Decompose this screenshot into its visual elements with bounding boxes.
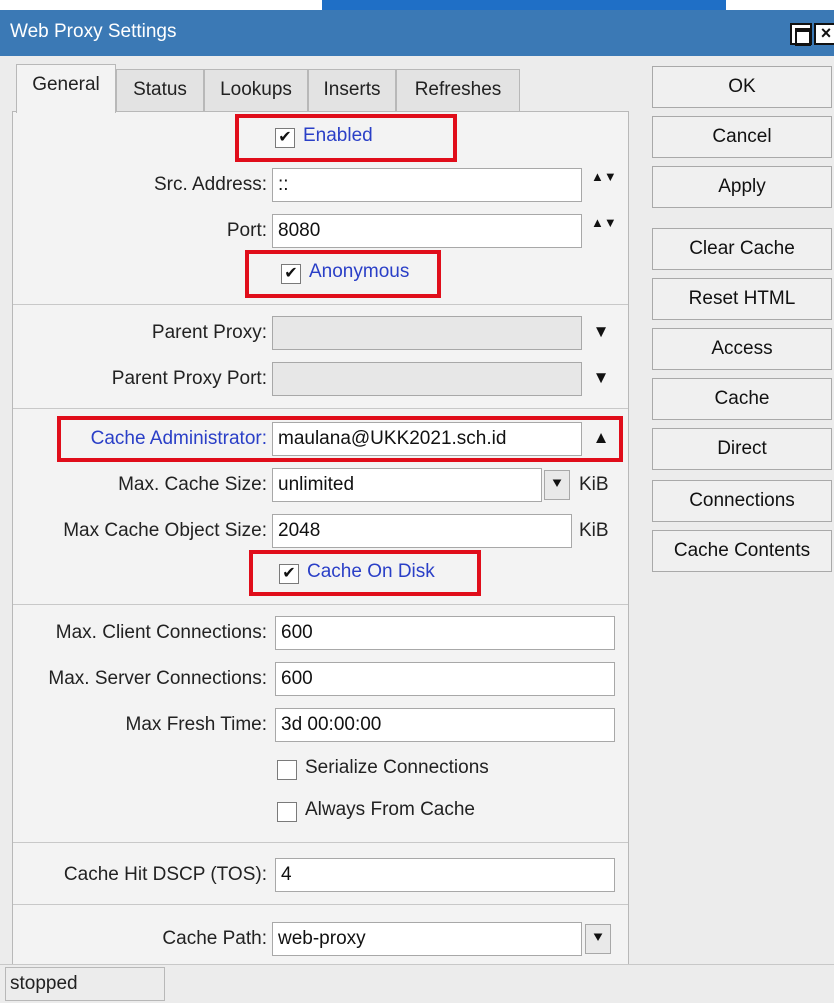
cache-hit-dscp-label: Cache Hit DSCP (TOS): — [63, 864, 267, 885]
general-panel: ✔ Enabled Src. Address: :: ▲▼ Port: 8080… — [12, 111, 629, 983]
cache-path-label: Cache Path: — [162, 928, 267, 949]
access-button[interactable]: Access — [652, 328, 832, 370]
tab-refreshes[interactable]: Refreshes — [396, 69, 520, 111]
max-fresh-time-label: Max Fresh Time: — [125, 714, 267, 735]
max-fresh-time-field[interactable]: 3d 00:00:00 — [275, 708, 615, 742]
tab-status[interactable]: Status — [116, 69, 204, 111]
reset-html-button[interactable]: Reset HTML — [652, 278, 832, 320]
highlight-box — [245, 250, 441, 298]
clear-cache-button[interactable]: Clear Cache — [652, 228, 832, 270]
always-from-cache-label: Always From Cache — [305, 799, 475, 820]
src-address-label: Src. Address: — [154, 174, 267, 195]
cache-hit-dscp-field[interactable]: 4 — [275, 858, 615, 892]
divider — [13, 604, 628, 605]
close-icon[interactable]: × — [814, 23, 834, 45]
max-cache-size-field[interactable]: unlimited — [272, 468, 542, 502]
status-text: stopped — [5, 967, 165, 1001]
connections-button[interactable]: Connections — [652, 480, 832, 522]
parent-proxy-port-dropdown-icon[interactable]: ▼ — [591, 368, 611, 388]
tab-general[interactable]: General — [16, 64, 116, 113]
direct-button[interactable]: Direct — [652, 428, 832, 470]
highlight-box — [57, 416, 623, 462]
serialize-connections-label: Serialize Connections — [305, 757, 489, 778]
serialize-connections-check-icon[interactable] — [277, 760, 297, 780]
always-from-cache-check-icon[interactable] — [277, 802, 297, 822]
port-field[interactable]: 8080 — [272, 214, 582, 248]
cache-path-field[interactable]: web-proxy — [272, 922, 582, 956]
src-address-spin-icon[interactable]: ▲▼ — [591, 170, 617, 200]
divider — [13, 304, 628, 305]
always-from-cache-checkbox[interactable]: Always From Cache — [277, 796, 507, 830]
port-label: Port: — [226, 220, 267, 241]
port-spin-icon[interactable]: ▲▼ — [591, 216, 617, 246]
window-title: Web Proxy Settings — [10, 21, 177, 42]
max-cache-size-label: Max. Cache Size: — [118, 474, 267, 495]
max-cache-object-size-field[interactable]: 2048 — [272, 514, 572, 548]
max-server-connections-label: Max. Server Connections: — [48, 668, 267, 689]
ok-button[interactable]: OK — [652, 66, 832, 108]
cancel-button[interactable]: Cancel — [652, 116, 832, 158]
serialize-connections-checkbox[interactable]: Serialize Connections — [277, 754, 527, 788]
src-address-field[interactable]: :: — [272, 168, 582, 202]
cache-button[interactable]: Cache — [652, 378, 832, 420]
max-cache-object-size-label: Max Cache Object Size: — [63, 520, 267, 541]
max-server-connections-field[interactable]: 600 — [275, 662, 615, 696]
max-cache-object-size-unit: KiB — [579, 520, 609, 541]
window-titlebar[interactable]: Web Proxy Settings × — [0, 10, 834, 56]
divider — [13, 408, 628, 409]
parent-proxy-label: Parent Proxy: — [151, 322, 267, 343]
max-client-connections-label: Max. Client Connections: — [55, 622, 267, 643]
max-cache-size-unit: KiB — [579, 474, 609, 495]
parent-proxy-dropdown-icon[interactable]: ▼ — [591, 322, 611, 342]
divider — [13, 904, 628, 905]
cache-contents-button[interactable]: Cache Contents — [652, 530, 832, 572]
parent-proxy-port-label: Parent Proxy Port: — [111, 368, 267, 389]
max-client-connections-field[interactable]: 600 — [275, 616, 615, 650]
parent-proxy-field[interactable] — [272, 316, 582, 350]
maximize-icon[interactable] — [790, 23, 812, 46]
highlight-box — [235, 114, 457, 162]
apply-button[interactable]: Apply — [652, 166, 832, 208]
max-cache-size-dropdown-icon[interactable]: ⯆ — [544, 470, 570, 500]
parent-proxy-port-field[interactable] — [272, 362, 582, 396]
window-body: General Status Lookups Inserts Refreshes… — [0, 56, 834, 1003]
highlight-box — [249, 550, 481, 596]
tab-lookups[interactable]: Lookups — [204, 69, 308, 111]
top-accent-strip — [322, 0, 726, 10]
tab-inserts[interactable]: Inserts — [308, 69, 396, 111]
status-bar: stopped — [0, 964, 834, 1003]
divider — [13, 842, 628, 843]
cache-path-dropdown-icon[interactable]: ⯆ — [585, 924, 611, 954]
